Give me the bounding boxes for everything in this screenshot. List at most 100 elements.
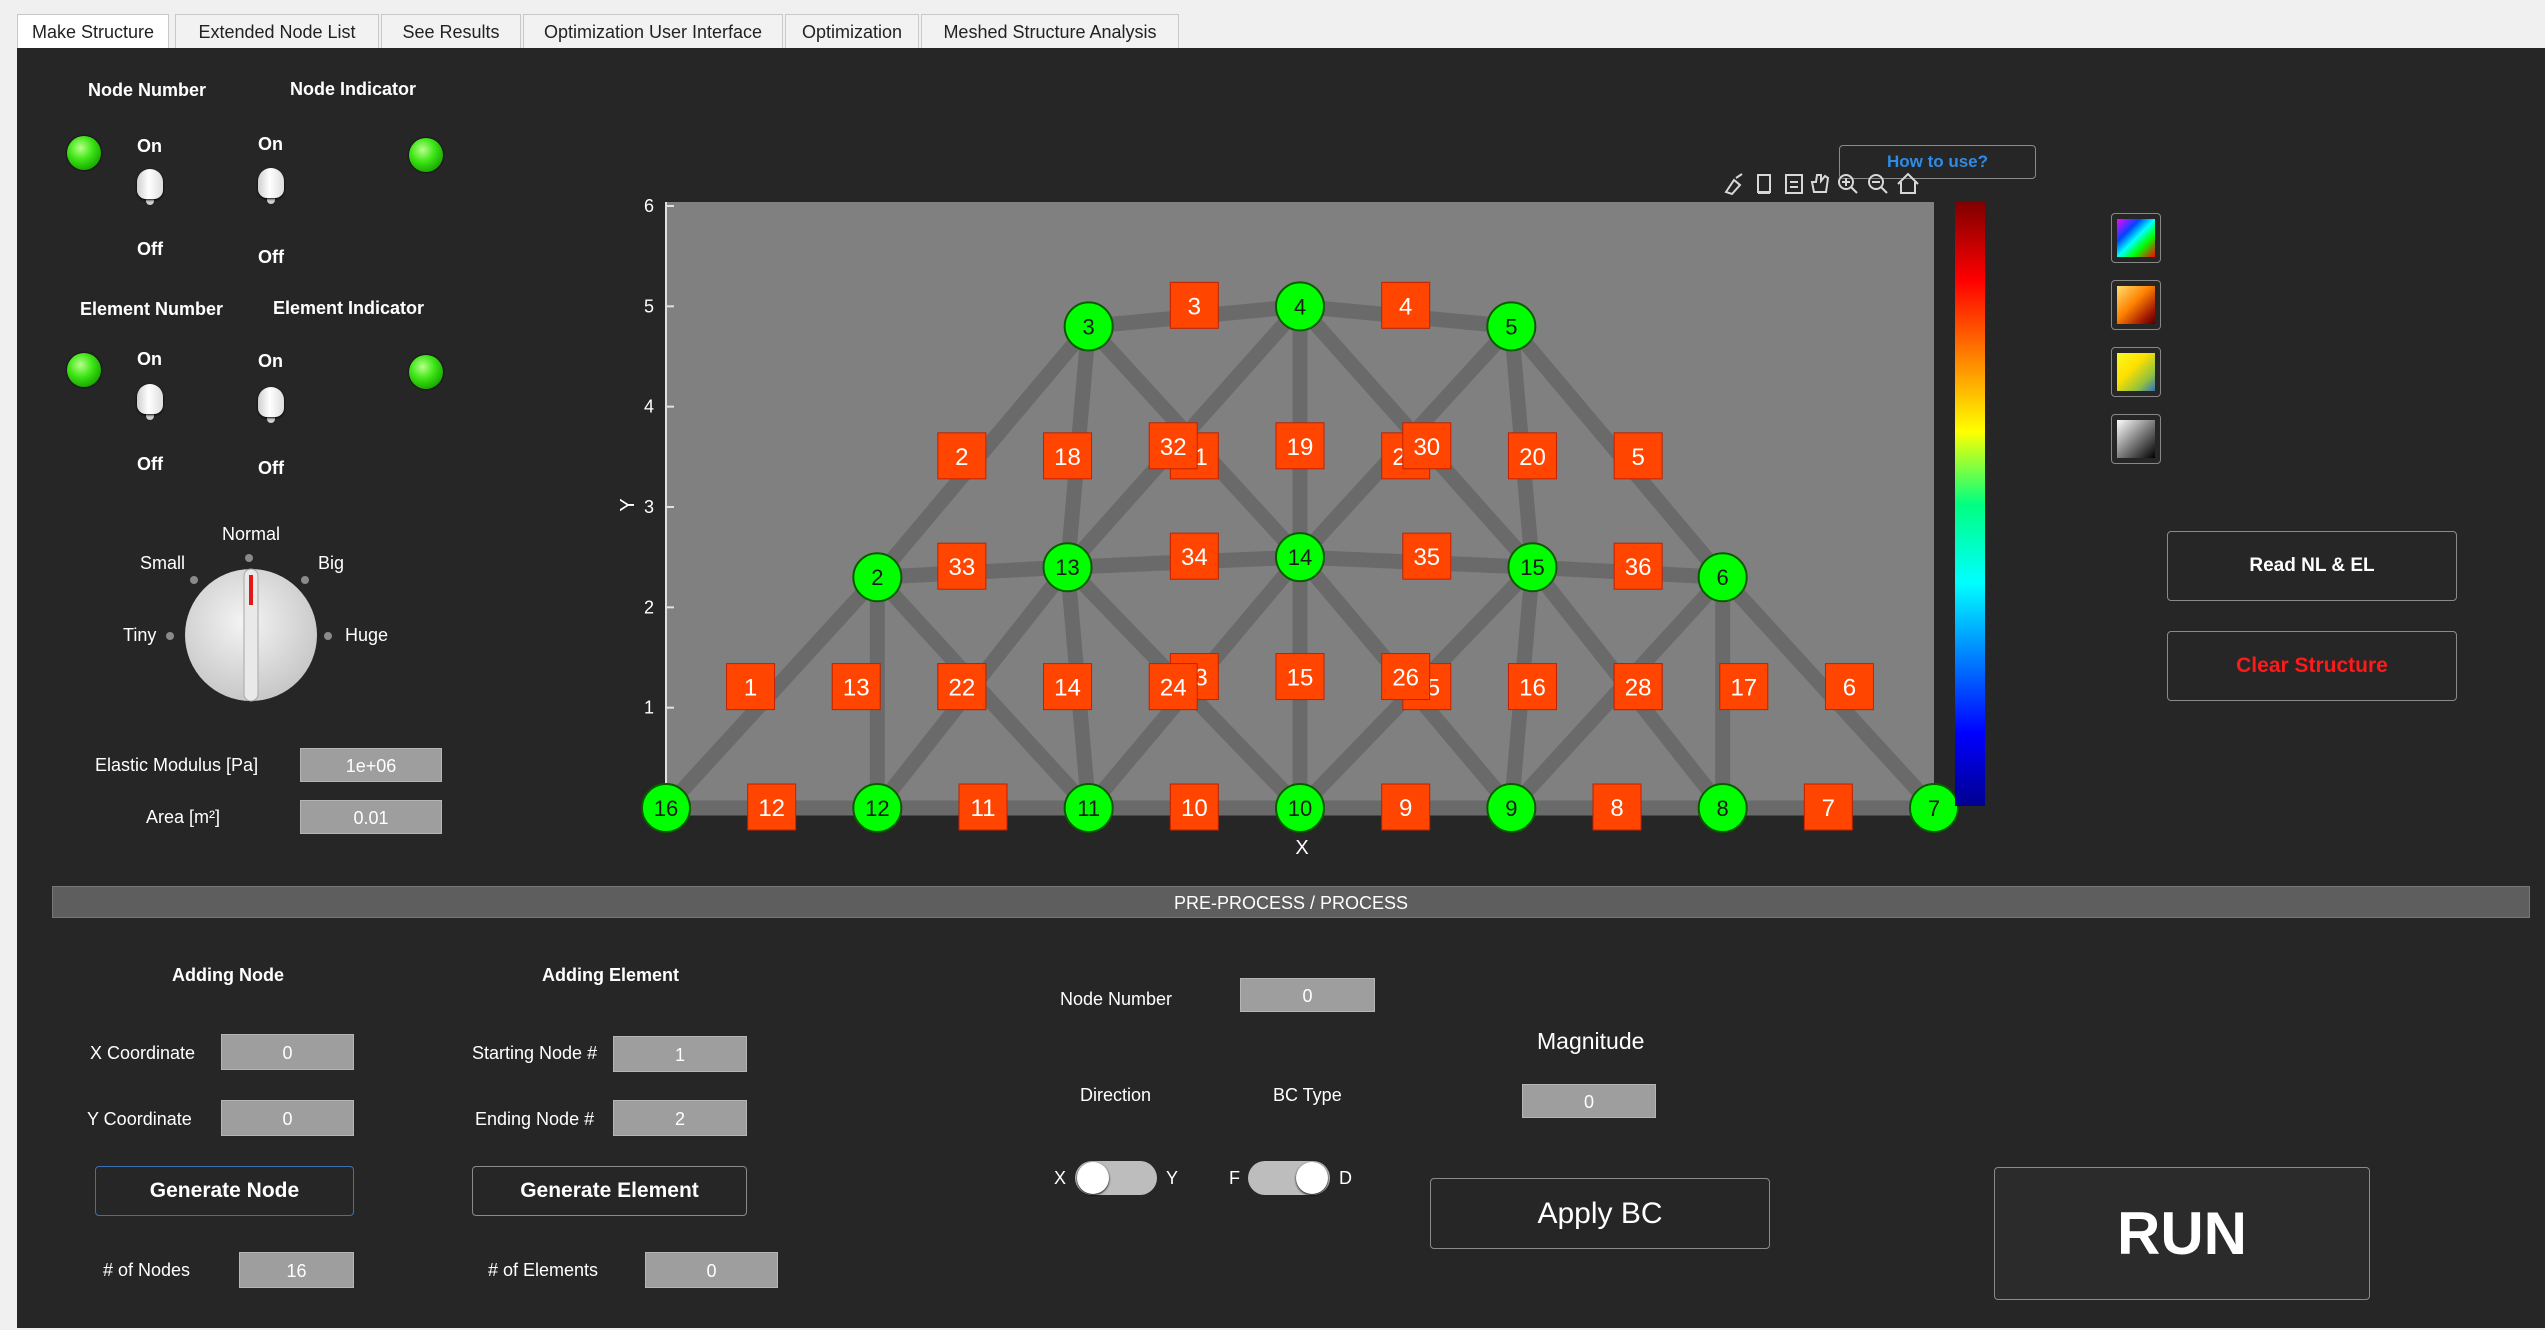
node-marker[interactable]: 12 bbox=[852, 783, 903, 833]
element-label: 22 bbox=[937, 663, 987, 711]
tab-extended-node-list[interactable]: Extended Node List bbox=[175, 14, 379, 48]
node-count-label: # of Nodes bbox=[103, 1260, 191, 1280]
svg-text:6: 6 bbox=[1717, 565, 1729, 590]
hot-colormap-button[interactable] bbox=[2111, 280, 2161, 330]
svg-text:35: 35 bbox=[1413, 544, 1440, 571]
apply-bc-button[interactable]: Apply BC bbox=[1430, 1178, 1770, 1249]
node-marker[interactable]: 3 bbox=[1063, 301, 1114, 352]
node-marker[interactable]: 15 bbox=[1507, 542, 1558, 593]
element-indicator-switch[interactable] bbox=[258, 383, 284, 429]
svg-text:11: 11 bbox=[1077, 796, 1100, 821]
structure-plot[interactable]: 0123456 X Y 1234567891011121314151617181… bbox=[600, 180, 2020, 870]
tab-optimization[interactable]: Optimization bbox=[785, 14, 919, 48]
element-label: 6 bbox=[1824, 663, 1874, 711]
area-input[interactable]: 0.01 bbox=[300, 800, 442, 834]
svg-text:12: 12 bbox=[865, 796, 889, 821]
node-marker[interactable]: 2 bbox=[852, 552, 903, 603]
svg-text:3: 3 bbox=[1083, 314, 1095, 339]
element-indicator-title: Element Indicator bbox=[273, 298, 425, 318]
gray-colormap-button[interactable] bbox=[2111, 414, 2161, 464]
node-number-off-label: Off bbox=[137, 239, 163, 259]
node-number-switch[interactable] bbox=[137, 165, 163, 211]
svg-text:16: 16 bbox=[654, 796, 678, 821]
x-coordinate-input[interactable]: 0 bbox=[221, 1034, 354, 1070]
tab-see-results[interactable]: See Results bbox=[381, 14, 521, 48]
x-axis-label: X bbox=[1295, 837, 1308, 859]
direction-switch[interactable] bbox=[1075, 1161, 1157, 1195]
size-knob[interactable] bbox=[160, 545, 340, 715]
hsv-colormap-button[interactable] bbox=[2111, 213, 2161, 263]
element-label: 36 bbox=[1613, 542, 1663, 590]
node-marker[interactable]: 9 bbox=[1486, 783, 1537, 833]
element-label: 30 bbox=[1402, 422, 1452, 470]
node-marker[interactable]: 11 bbox=[1063, 783, 1114, 833]
element-label: 12 bbox=[747, 783, 797, 831]
svg-text:33: 33 bbox=[949, 554, 976, 581]
adding-node-title: Adding Node bbox=[172, 965, 284, 985]
ending-node-input[interactable]: 2 bbox=[613, 1100, 747, 1136]
colorbar bbox=[1955, 202, 1985, 806]
y-coordinate-label: Y Coordinate bbox=[87, 1109, 192, 1129]
starting-node-input[interactable]: 1 bbox=[613, 1036, 747, 1072]
node-marker[interactable]: 16 bbox=[641, 783, 691, 833]
element-label: 13 bbox=[831, 663, 881, 711]
x-coordinate-label: X Coordinate bbox=[90, 1043, 196, 1063]
tab-meshed-structure-analysis[interactable]: Meshed Structure Analysis bbox=[921, 14, 1179, 48]
svg-text:1: 1 bbox=[744, 675, 757, 702]
svg-text:15: 15 bbox=[1520, 555, 1544, 580]
node-number-title: Node Number bbox=[88, 80, 207, 100]
element-label: 16 bbox=[1507, 663, 1557, 711]
node-indicator-lamp bbox=[409, 138, 443, 172]
node-marker[interactable]: 5 bbox=[1486, 301, 1537, 352]
starting-node-label: Starting Node # bbox=[472, 1043, 598, 1063]
elastic-modulus-label: Elastic Modulus [Pa] bbox=[95, 755, 259, 775]
generate-node-button[interactable]: Generate Node bbox=[95, 1166, 354, 1216]
svg-text:8: 8 bbox=[1717, 796, 1729, 821]
element-number-switch[interactable] bbox=[137, 380, 163, 426]
svg-text:30: 30 bbox=[1413, 434, 1440, 461]
element-label: 26 bbox=[1381, 653, 1431, 701]
svg-text:10: 10 bbox=[1181, 795, 1208, 822]
element-label: 35 bbox=[1402, 532, 1452, 580]
read-nl-el-button[interactable]: Read NL & EL bbox=[2167, 531, 2457, 601]
node-marker[interactable]: 13 bbox=[1042, 542, 1093, 593]
element-label: 8 bbox=[1592, 783, 1642, 831]
node-number-on-label: On bbox=[137, 136, 162, 156]
tab-make-structure[interactable]: Make Structure bbox=[17, 14, 169, 48]
knob-label-tiny: Tiny bbox=[123, 625, 157, 645]
magnitude-label: Magnitude bbox=[1537, 1028, 1645, 1054]
element-label: 19 bbox=[1275, 422, 1325, 470]
run-button[interactable]: RUN bbox=[1994, 1167, 2370, 1300]
node-marker[interactable]: 10 bbox=[1275, 783, 1325, 833]
bc-type-switch[interactable] bbox=[1248, 1161, 1330, 1195]
node-marker[interactable]: 14 bbox=[1275, 532, 1325, 583]
bc-type-label: BC Type bbox=[1273, 1085, 1342, 1105]
clear-structure-button[interactable]: Clear Structure bbox=[2167, 631, 2457, 701]
element-label: 9 bbox=[1381, 783, 1431, 831]
node-indicator-switch[interactable] bbox=[258, 164, 284, 210]
svg-text:11: 11 bbox=[971, 795, 996, 822]
magnitude-input[interactable]: 0 bbox=[1522, 1084, 1656, 1118]
direction-x-label: X bbox=[1054, 1168, 1067, 1188]
svg-text:9: 9 bbox=[1505, 796, 1517, 821]
section-header: PRE-PROCESS / PROCESS bbox=[52, 886, 2530, 918]
element-label: 24 bbox=[1148, 663, 1198, 711]
node-marker[interactable]: 4 bbox=[1275, 281, 1325, 332]
tab-optimization-user-interface[interactable]: Optimization User Interface bbox=[523, 14, 783, 48]
node-marker[interactable]: 7 bbox=[1909, 783, 1959, 833]
elastic-modulus-input[interactable]: 1e+06 bbox=[300, 748, 442, 782]
generate-element-button[interactable]: Generate Element bbox=[472, 1166, 747, 1216]
element-label: 11 bbox=[958, 783, 1008, 831]
y-tick-label: 1 bbox=[644, 698, 654, 718]
svg-text:19: 19 bbox=[1287, 434, 1314, 461]
y-tick-label: 2 bbox=[644, 597, 654, 617]
element-number-lamp bbox=[67, 353, 101, 387]
parula-colormap-button[interactable] bbox=[2111, 347, 2161, 397]
node-marker[interactable]: 6 bbox=[1697, 552, 1748, 603]
bc-node-number-input[interactable]: 0 bbox=[1240, 978, 1375, 1012]
direction-label: Direction bbox=[1080, 1085, 1152, 1105]
y-coordinate-input[interactable]: 0 bbox=[221, 1100, 354, 1136]
node-marker[interactable]: 8 bbox=[1697, 783, 1748, 833]
knob-label-huge: Huge bbox=[345, 625, 389, 645]
svg-text:12: 12 bbox=[758, 795, 785, 822]
